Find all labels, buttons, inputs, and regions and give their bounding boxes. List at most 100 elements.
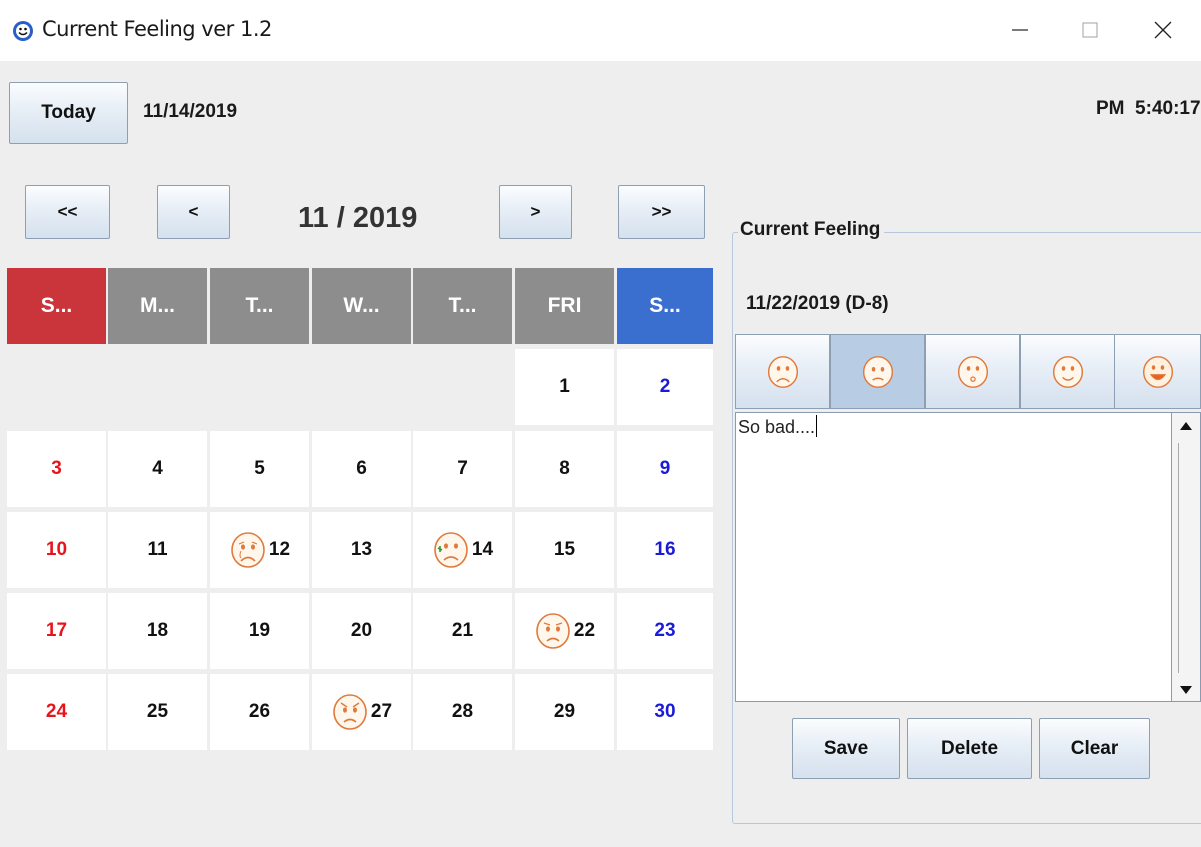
- note-scrollbar[interactable]: [1172, 412, 1201, 702]
- angry-face-icon: [333, 694, 367, 730]
- sad-face-icon: [536, 613, 570, 649]
- calendar-day-15[interactable]: 15: [515, 512, 614, 588]
- day-number: 29: [553, 701, 576, 722]
- today-button[interactable]: Today: [9, 82, 128, 144]
- calendar-day-24[interactable]: 24: [7, 674, 106, 750]
- weekday-header-thu: T...: [413, 268, 512, 344]
- calendar-day-22[interactable]: 22: [515, 593, 614, 669]
- minimize-button[interactable]: [1000, 12, 1040, 48]
- day-number: 20: [350, 620, 373, 641]
- neutral-face-icon: [957, 355, 988, 388]
- day-number: 13: [350, 539, 373, 560]
- triangle-up-icon: [1180, 422, 1192, 430]
- calendar-day-25[interactable]: 25: [108, 674, 207, 750]
- scroll-up-button[interactable]: [1172, 415, 1200, 437]
- calendar-day-9[interactable]: 9: [617, 431, 713, 507]
- scroll-down-button[interactable]: [1172, 679, 1200, 701]
- clear-button[interactable]: Clear: [1039, 718, 1150, 779]
- mood-bad-button[interactable]: [830, 334, 925, 409]
- calendar-day-29[interactable]: 29: [515, 674, 614, 750]
- day-number: 12: [268, 539, 291, 560]
- weekday-header-sat: S...: [617, 268, 713, 344]
- calendar-day-30[interactable]: 30: [617, 674, 713, 750]
- app-smiley-icon: [13, 21, 33, 41]
- calendar-day-27[interactable]: 27: [312, 674, 411, 750]
- feeling-note-textarea[interactable]: So bad....: [735, 412, 1172, 702]
- day-number: 22: [573, 620, 596, 641]
- text-caret: [816, 415, 818, 437]
- prev-year-button[interactable]: <<: [25, 185, 110, 239]
- calendar-day-4[interactable]: 4: [108, 431, 207, 507]
- maximize-icon: [1082, 22, 1098, 38]
- mood-very-good-button[interactable]: [1114, 334, 1201, 409]
- calendar-day-21[interactable]: 21: [413, 593, 512, 669]
- day-number: 26: [248, 701, 271, 722]
- day-number: 28: [451, 701, 474, 722]
- calendar-day-17[interactable]: 17: [7, 593, 106, 669]
- day-number: 11: [147, 539, 168, 560]
- calendar-day-16[interactable]: 16: [617, 512, 713, 588]
- very-good-face-icon: [1142, 355, 1173, 388]
- calendar-day-23[interactable]: 23: [617, 593, 713, 669]
- bad-face-icon: [862, 355, 893, 388]
- day-number: 8: [559, 458, 570, 479]
- calendar-day-10[interactable]: 10: [7, 512, 106, 588]
- delete-button[interactable]: Delete: [907, 718, 1032, 779]
- weekday-header-wed: W...: [312, 268, 411, 344]
- day-number: 1: [559, 376, 570, 397]
- day-number: 25: [146, 701, 169, 722]
- calendar-day-6[interactable]: 6: [312, 431, 411, 507]
- panel-title: Current Feeling: [738, 219, 885, 241]
- day-number: 6: [356, 458, 367, 479]
- calendar-day-3[interactable]: 3: [7, 431, 106, 507]
- calendar-day-18[interactable]: 18: [108, 593, 207, 669]
- day-number: 16: [654, 539, 676, 560]
- weekday-header-mon: M...: [108, 268, 207, 344]
- day-number: 24: [45, 701, 68, 722]
- day-number: 27: [370, 701, 393, 722]
- calendar-day-1[interactable]: 1: [515, 349, 614, 425]
- very-bad-face-icon: [767, 355, 798, 388]
- close-icon: [1154, 21, 1172, 39]
- close-button[interactable]: [1143, 12, 1183, 48]
- day-number: 18: [146, 620, 169, 641]
- day-number: 3: [51, 458, 62, 479]
- weekday-header-sun: S...: [7, 268, 106, 344]
- clock: PM 5:40:17: [1096, 98, 1201, 119]
- feeling-note-text: So bad....: [738, 417, 816, 437]
- calendar-day-11[interactable]: 11: [108, 512, 207, 588]
- day-number: 14: [471, 539, 494, 560]
- calendar-day-7[interactable]: 7: [413, 431, 512, 507]
- mood-neutral-button[interactable]: [925, 334, 1020, 409]
- calendar-day-12[interactable]: 12: [210, 512, 309, 588]
- scrollbar-track[interactable]: [1178, 443, 1194, 673]
- calendar-day-19[interactable]: 19: [210, 593, 309, 669]
- calendar-day-8[interactable]: 8: [515, 431, 614, 507]
- calendar-day-5[interactable]: 5: [210, 431, 309, 507]
- month-label: 11 / 2019: [298, 202, 418, 234]
- next-year-button[interactable]: >>: [618, 185, 705, 239]
- calendar-day-14[interactable]: 14: [413, 512, 512, 588]
- mood-good-button[interactable]: [1020, 334, 1115, 409]
- next-month-button[interactable]: >: [499, 185, 572, 239]
- calendar-day-28[interactable]: 28: [413, 674, 512, 750]
- day-number: 10: [45, 539, 68, 560]
- day-number: 23: [654, 620, 676, 641]
- calendar-day-2[interactable]: 2: [617, 349, 713, 425]
- day-number: 30: [654, 701, 676, 722]
- prev-month-button[interactable]: <: [157, 185, 230, 239]
- today-date: 11/14/2019: [143, 101, 238, 122]
- mood-very-bad-button[interactable]: [735, 334, 830, 409]
- save-button[interactable]: Save: [792, 718, 900, 779]
- maximize-button[interactable]: [1070, 12, 1110, 48]
- day-number: 21: [451, 620, 474, 641]
- calendar-day-26[interactable]: 26: [210, 674, 309, 750]
- day-number: 7: [457, 458, 468, 479]
- day-number: 9: [659, 458, 671, 479]
- window-title: Current Feeling ver 1.2: [42, 17, 272, 41]
- minimize-icon: [1012, 29, 1028, 31]
- day-number: 17: [45, 620, 68, 641]
- calendar-day-13[interactable]: 13: [312, 512, 411, 588]
- crying-face-icon: [231, 532, 265, 568]
- calendar-day-20[interactable]: 20: [312, 593, 411, 669]
